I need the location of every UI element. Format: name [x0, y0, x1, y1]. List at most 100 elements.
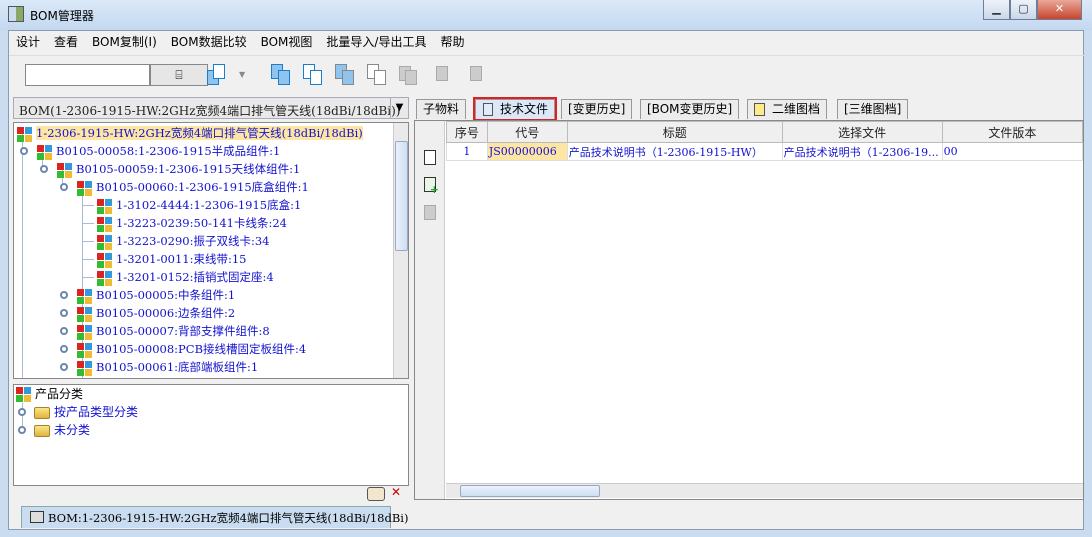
- title-bar: BOM管理器 ▁ ▢ ✕: [0, 0, 1092, 30]
- copy-icon[interactable]: [271, 64, 291, 86]
- bom-document-tab[interactable]: BOM:1-2306-1915-HW:2GHz宽频4端口排气管天线(18dBi/…: [21, 506, 408, 528]
- search-input[interactable]: [25, 64, 150, 86]
- menu-view[interactable]: 查看: [47, 31, 85, 53]
- files-table: 序号 代号 标题 选择文件 文件版本 1 JS00000006 产品技术说明书（…: [446, 121, 1084, 161]
- menu-bom-view[interactable]: BOM视图: [254, 31, 320, 53]
- chevron-down-icon[interactable]: ▼: [390, 98, 408, 118]
- category-root-label: 产品分类: [35, 387, 84, 401]
- col-file[interactable]: 选择文件: [781, 121, 943, 143]
- bom-part-icon: [96, 233, 113, 251]
- bom-part-icon: [16, 125, 33, 143]
- category-by-type[interactable]: 按产品类型分类: [34, 403, 138, 421]
- tree-node[interactable]: B0105-00059:1-2306-1915天线体组件:1: [56, 160, 301, 179]
- tree-node-label: B0105-00008:PCB接线槽固定板组件:4: [96, 342, 307, 356]
- menu-bom-compare[interactable]: BOM数据比较: [164, 31, 254, 53]
- remove-icon: [467, 64, 487, 86]
- copy-structure-icon[interactable]: [303, 64, 323, 86]
- tree-node-label: 1-3201-0152:插销式固定座:4: [116, 270, 274, 284]
- menu-bar: 设计 查看 BOM复制(I) BOM数据比较 BOM视图 批量导入/导出工具 帮…: [9, 31, 1085, 53]
- tab-bom-change-history[interactable]: [BOM变更历史]: [640, 99, 740, 119]
- paste-icon[interactable]: [335, 64, 355, 86]
- menu-help[interactable]: 帮助: [433, 31, 471, 53]
- folder-icon: [34, 424, 50, 437]
- view-dropdown-arrow[interactable]: ▼: [239, 70, 245, 79]
- tab-sub-materials[interactable]: 子物料: [416, 99, 467, 119]
- tree-node[interactable]: 1-3223-0290:振子双线卡:34: [96, 232, 270, 251]
- document-icon: [483, 103, 493, 116]
- menu-design[interactable]: 设计: [9, 31, 47, 53]
- expand-toggle[interactable]: [40, 165, 48, 173]
- expand-toggle[interactable]: [60, 291, 68, 299]
- tree-node-label: 1-2306-1915-HW:2GHz宽频4端口排气管天线(18dBi/18dB…: [36, 126, 363, 140]
- tree-node-label: 1-3201-0011:束线带:15: [116, 252, 247, 266]
- tree-node-label: B0105-00060:1-2306-1915底盒组件:1: [96, 180, 309, 194]
- tree-node-label: B0105-00061:底部端板组件:1: [96, 360, 259, 374]
- tree-node[interactable]: B0105-00008:PCB接线槽固定板组件:4: [76, 340, 307, 359]
- col-code[interactable]: 代号: [486, 121, 568, 143]
- folder-icon: [34, 406, 50, 419]
- tree-node[interactable]: 1-3102-4444:1-2306-1915底盒:1: [96, 196, 302, 215]
- maximize-button[interactable]: ▢: [1010, 0, 1037, 20]
- tree-node[interactable]: 1-2306-1915-HW:2GHz宽频4端口排气管天线(18dBi/18dB…: [16, 124, 363, 143]
- tab-2d-drawings[interactable]: 二维图档: [747, 99, 828, 119]
- tree-scrollbar[interactable]: [393, 123, 408, 378]
- close-icon[interactable]: ✕: [391, 485, 401, 499]
- cell-title[interactable]: 产品技术说明书（1-2306-1915-HW）: [566, 142, 783, 161]
- expand-toggle[interactable]: [60, 363, 68, 371]
- tree-node[interactable]: B0105-00005:中条组件:1: [76, 286, 235, 305]
- bom-select[interactable]: BOM(1-2306-1915-HW:2GHz宽频4端口排气管天线(18dBi/…: [13, 97, 409, 119]
- tree-node-label: B0105-00058:1-2306-1915半成品组件:1: [56, 144, 281, 158]
- tree-node[interactable]: 1-3201-0152:插销式固定座:4: [96, 268, 274, 287]
- cell-version[interactable]: 00: [941, 142, 1084, 161]
- tree-node-label: 1-3102-4444:1-2306-1915底盒:1: [116, 198, 302, 212]
- expand-toggle[interactable]: [20, 147, 28, 155]
- edit-hand-icon[interactable]: [367, 487, 385, 501]
- paste-structure-icon[interactable]: [367, 64, 387, 86]
- col-index[interactable]: 序号: [446, 121, 488, 143]
- scroll-thumb[interactable]: [395, 141, 408, 251]
- tree-node-label: B0105-00007:背部支撑件组件:8: [96, 324, 270, 338]
- cell-index: 1: [446, 142, 488, 161]
- tree-node-label: 1-3223-0239:50-141卡线条:24: [116, 216, 287, 230]
- tab-technical-files[interactable]: 技术文件: [472, 97, 558, 121]
- col-title[interactable]: 标题: [566, 121, 783, 143]
- menu-bom-copy[interactable]: BOM复制(I): [85, 31, 164, 53]
- close-button[interactable]: ✕: [1037, 0, 1082, 20]
- expand-toggle[interactable]: [60, 309, 68, 317]
- tree-node[interactable]: B0105-00006:边条组件:2: [76, 304, 235, 323]
- cell-code[interactable]: JS00000006: [486, 142, 568, 161]
- expand-toggle[interactable]: [60, 345, 68, 353]
- view-switch-icon[interactable]: [207, 64, 227, 86]
- toolbar: ⌸ ▼: [9, 55, 1085, 89]
- drawing-icon: [754, 103, 765, 116]
- menu-import-export[interactable]: 批量导入/导出工具: [319, 31, 433, 53]
- search-button[interactable]: ⌸: [150, 64, 208, 86]
- tree-node[interactable]: B0105-00058:1-2306-1915半成品组件:1: [36, 142, 281, 161]
- add-document-icon[interactable]: +: [424, 177, 439, 195]
- scroll-thumb[interactable]: [460, 485, 600, 497]
- bom-part-icon: [96, 197, 113, 215]
- tree-node-label: B0105-00059:1-2306-1915天线体组件:1: [76, 162, 301, 176]
- category-root[interactable]: 产品分类: [15, 385, 83, 403]
- bom-part-icon: [76, 179, 93, 197]
- tree-node[interactable]: 1-3201-0011:束线带:15: [96, 250, 247, 269]
- table-row[interactable]: 1 JS00000006 产品技术说明书（1-2306-1915-HW） 产品技…: [446, 142, 1084, 161]
- new-document-icon[interactable]: [424, 150, 436, 165]
- tree-node-label: 1-3223-0290:振子双线卡:34: [116, 234, 270, 248]
- grid-horizontal-scrollbar[interactable]: [446, 483, 1083, 498]
- tab-3d-drawings[interactable]: [三维图档]: [837, 99, 909, 119]
- tab-change-history[interactable]: [变更历史]: [561, 99, 633, 119]
- tab-label: 二维图档: [772, 102, 821, 116]
- col-version[interactable]: 文件版本: [941, 121, 1084, 143]
- cell-file[interactable]: 产品技术说明书（1-2306-19...: [781, 142, 943, 161]
- expand-toggle[interactable]: [60, 327, 68, 335]
- category-uncategorized[interactable]: 未分类: [34, 421, 90, 439]
- minimize-button[interactable]: ▁: [983, 0, 1010, 20]
- expand-toggle[interactable]: [60, 183, 68, 191]
- tree-node[interactable]: B0105-00061:底部端板组件:1: [76, 358, 259, 377]
- category-label: 未分类: [54, 423, 91, 437]
- category-tree: 产品分类 按产品类型分类 未分类: [13, 384, 409, 486]
- tree-node[interactable]: B0105-00007:背部支撑件组件:8: [76, 322, 270, 341]
- tree-node[interactable]: 1-3223-0239:50-141卡线条:24: [96, 214, 287, 233]
- tree-node[interactable]: B0105-00060:1-2306-1915底盒组件:1: [76, 178, 309, 197]
